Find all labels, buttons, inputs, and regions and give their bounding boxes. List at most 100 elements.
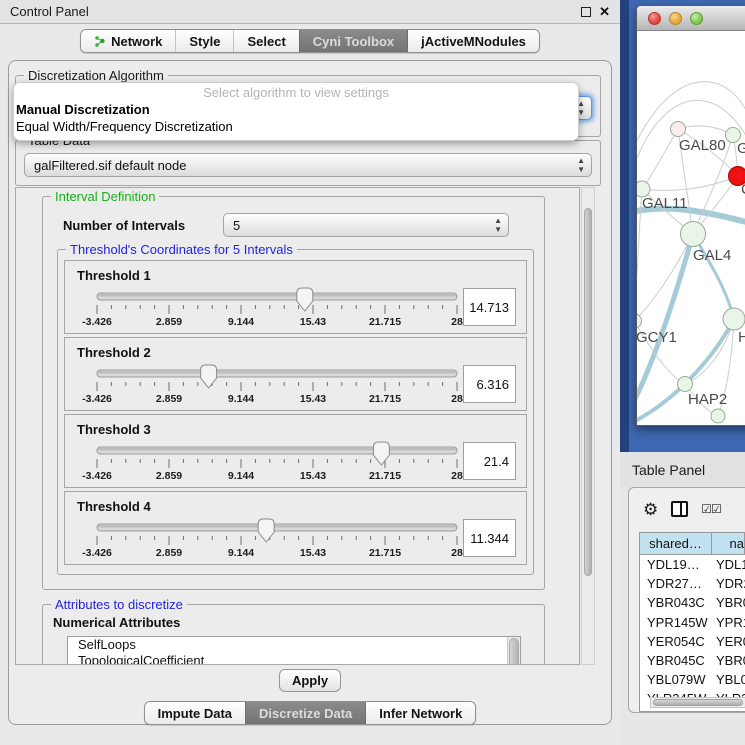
slider-thumb[interactable] — [258, 519, 274, 542]
close-button[interactable] — [648, 12, 661, 25]
table-data-group: Table Data galFiltered.sif default node … — [15, 140, 601, 186]
network-node[interactable] — [711, 409, 725, 423]
node-label: GA — [737, 140, 745, 157]
cell-shared-name[interactable]: YBR043C — [640, 593, 712, 612]
gear-icon[interactable]: ⚙ — [643, 501, 658, 518]
tab-discretize-data[interactable]: Discretize Data — [245, 702, 365, 724]
tab-style[interactable]: Style — [175, 30, 233, 52]
table-row[interactable]: YER054CYER0 — [640, 632, 745, 651]
column-header-name[interactable]: na — [712, 533, 745, 554]
cell-name[interactable]: YDR2 — [712, 574, 745, 593]
table-row[interactable]: YBR045CYBR0 — [640, 651, 745, 670]
cell-name[interactable]: YDL1 — [712, 555, 745, 574]
threshold-label: Threshold 2 — [77, 345, 516, 360]
select-checkboxes-icon[interactable]: ☑☑ — [701, 502, 721, 516]
table-hscrollbar[interactable] — [650, 697, 745, 708]
column-header-shared[interactable]: shared… — [640, 533, 712, 554]
zoom-button[interactable] — [690, 12, 703, 25]
tab-impute-data[interactable]: Impute Data — [145, 702, 245, 724]
tab-label: Impute Data — [158, 706, 232, 721]
table-row[interactable]: YBL079WYBL0 — [640, 670, 745, 689]
cell-name[interactable]: YIL0 — [712, 709, 745, 713]
scrollbar-thumb[interactable] — [509, 638, 519, 665]
num-intervals-combobox[interactable]: 5 ▲▼ — [223, 213, 509, 237]
apply-button[interactable]: Apply — [279, 669, 341, 692]
cell-shared-name[interactable]: YBR045C — [640, 651, 712, 670]
threshold-slider[interactable]: -3.4262.8599.14415.4321.71528 — [91, 516, 463, 560]
table-row[interactable]: YBR043CYBR0 — [640, 593, 745, 612]
network-node-hap2[interactable] — [678, 377, 693, 392]
cell-shared-name[interactable]: YER054C — [640, 632, 712, 651]
tab-network[interactable]: Network — [81, 30, 175, 52]
numerical-attributes-list[interactable]: SelfLoopsTopologicalCoefficientBetweenne… — [67, 636, 521, 665]
cell-name[interactable]: YER0 — [712, 632, 745, 651]
tab-label: Network — [111, 34, 162, 49]
slider-tick-label: 21.715 — [369, 470, 401, 482]
combo-stepper-icon: ▲▼ — [577, 156, 585, 174]
threshold-slider[interactable]: -3.4262.8599.14415.4321.71528 — [91, 439, 463, 483]
table-row[interactable]: YPR145WYPR1 — [640, 613, 745, 632]
slider-graphic: -3.4262.8599.14415.4321.71528 — [91, 362, 463, 406]
cell-shared-name[interactable]: YBL079W — [640, 670, 712, 689]
tab-label: Cyni Toolbox — [313, 34, 394, 49]
attribute-item-topologicalcoefficient[interactable]: TopologicalCoefficient — [68, 653, 520, 665]
cell-shared-name[interactable]: YIL052C — [640, 709, 712, 713]
threshold-panel-2: Threshold 2 -3.4262.8599.14415.4321.71528… — [64, 337, 527, 411]
control-panel-titlebar: Control Panel ✕ — [0, 0, 620, 24]
combo-stepper-icon: ▲▼ — [494, 216, 502, 234]
group-title-algorithm: Discretization Algorithm — [24, 68, 168, 83]
slider-thumb[interactable] — [297, 288, 313, 311]
slider-thumb[interactable] — [201, 365, 217, 388]
cell-name[interactable]: YBR0 — [712, 593, 745, 612]
table-rows: YDL19…YDL1YDR27…YDR2YBR043CYBR0YPR145WYP… — [640, 555, 745, 712]
slider-tick-label: -3.426 — [82, 547, 112, 559]
popup-option-manual[interactable]: Manual Discretization — [14, 101, 578, 118]
tab-select[interactable]: Select — [233, 30, 298, 52]
cell-name[interactable]: YBL0 — [712, 670, 745, 689]
tab-label: Select — [247, 34, 285, 49]
minimize-button[interactable] — [669, 12, 682, 25]
network-canvas[interactable]: GAL80GACGAL11GAL4GCY1HHAP2 — [637, 31, 745, 425]
scrollbar-thumb[interactable] — [653, 699, 743, 706]
tab-label: Infer Network — [379, 706, 462, 721]
cell-name[interactable]: YBR0 — [712, 651, 745, 670]
cell-shared-name[interactable]: YDR27… — [640, 574, 712, 593]
cell-name[interactable]: YPR1 — [712, 613, 745, 632]
network-window-titlebar[interactable] — [637, 6, 745, 31]
popup-option-equal-width[interactable]: Equal Width/Frequency Discretization — [14, 118, 578, 135]
threshold-value-field[interactable]: 6.316 — [463, 365, 516, 403]
threshold-value-field[interactable]: 11.344 — [463, 519, 516, 557]
thresholds-container: Threshold 1-3.4262.8599.14415.4321.71528… — [64, 260, 527, 565]
threshold-value-field[interactable]: 14.713 — [463, 288, 516, 326]
settings-scrollbar[interactable] — [581, 187, 595, 665]
tab-cyni-toolbox[interactable]: Cyni Toolbox — [299, 30, 407, 52]
slider-thumb[interactable] — [373, 442, 389, 465]
threshold-slider[interactable]: -3.4262.8599.14415.4321.71528 — [91, 362, 463, 406]
network-node-gcy1[interactable] — [637, 314, 642, 329]
cell-shared-name[interactable]: YPR145W — [640, 613, 712, 632]
columns-icon[interactable] — [671, 501, 688, 517]
threshold-slider[interactable]: -3.4262.8599.14415.4321.71528 — [91, 285, 463, 329]
network-node-gal80[interactable] — [671, 122, 686, 137]
network-node-gal4[interactable] — [681, 222, 706, 247]
table-row[interactable]: YDL19…YDL1 — [640, 555, 745, 574]
attribute-item-selfloops[interactable]: SelfLoops — [68, 637, 520, 653]
cell-shared-name[interactable]: YDL19… — [640, 555, 712, 574]
slider-tick-label: 28 — [451, 393, 463, 405]
slider-tick-label: 9.144 — [228, 470, 254, 482]
close-icon[interactable]: ✕ — [599, 7, 610, 17]
network-node-h[interactable] — [723, 308, 745, 330]
scrollbar-thumb[interactable] — [584, 208, 592, 576]
tab-jactivemnodules[interactable]: jActiveMNodules — [407, 30, 539, 52]
tab-label: jActiveMNodules — [421, 34, 526, 49]
float-window-icon[interactable] — [581, 7, 591, 17]
table-row[interactable]: YIL052CYIL0 — [640, 709, 745, 713]
table-row[interactable]: YDR27…YDR2 — [640, 574, 745, 593]
bottom-tabbar: Impute Data Discretize Data Infer Network — [0, 701, 620, 725]
table-data-combobox[interactable]: galFiltered.sif default node ▲▼ — [24, 153, 592, 177]
attributes-scrollbar[interactable] — [507, 637, 520, 665]
threshold-panel-3: Threshold 3-3.4262.8599.14415.4321.71528… — [64, 414, 527, 488]
tab-infer-network[interactable]: Infer Network — [365, 702, 475, 724]
slider-graphic: -3.4262.8599.14415.4321.71528 — [91, 439, 463, 483]
threshold-value-field[interactable]: 21.4 — [463, 442, 516, 480]
